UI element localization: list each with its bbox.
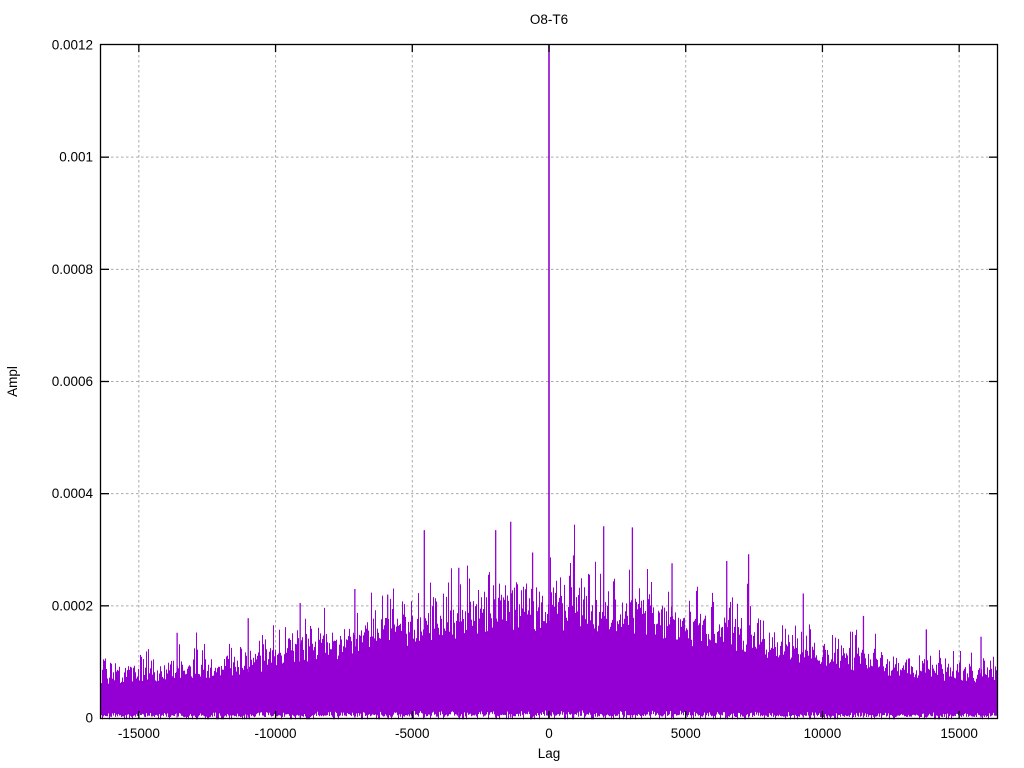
y-axis-label: Ampl bbox=[5, 366, 20, 397]
x-tick-label: -5000 bbox=[395, 726, 430, 741]
x-tick-label: -10000 bbox=[255, 726, 297, 741]
x-tick-label: -15000 bbox=[118, 726, 160, 741]
x-tick-label: 0 bbox=[545, 726, 553, 741]
y-tick-label: 0.0008 bbox=[52, 262, 93, 277]
x-tick-label: 5000 bbox=[671, 726, 701, 741]
x-axis-label: Lag bbox=[538, 746, 561, 761]
y-tick-label: 0.0006 bbox=[52, 374, 93, 389]
y-tick-label: 0.0012 bbox=[52, 38, 93, 53]
x-tick-label: 15000 bbox=[940, 726, 978, 741]
y-tick-label: 0.0002 bbox=[52, 598, 93, 613]
chart-title: O8-T6 bbox=[530, 12, 568, 27]
chart-figure: -15000 -10000 -5000 0 5000 10000 15000 0 0.0002 0… bbox=[0, 0, 1024, 768]
y-tick-label: 0.001 bbox=[59, 150, 93, 165]
y-tick-label: 0.0004 bbox=[52, 486, 94, 501]
x-tick-label: 10000 bbox=[804, 726, 842, 741]
y-tick-label: 0 bbox=[85, 711, 93, 726]
correlation-chart-svg: -15000 -10000 -5000 0 5000 10000 15000 0 0.0002 0… bbox=[5, 12, 999, 761]
